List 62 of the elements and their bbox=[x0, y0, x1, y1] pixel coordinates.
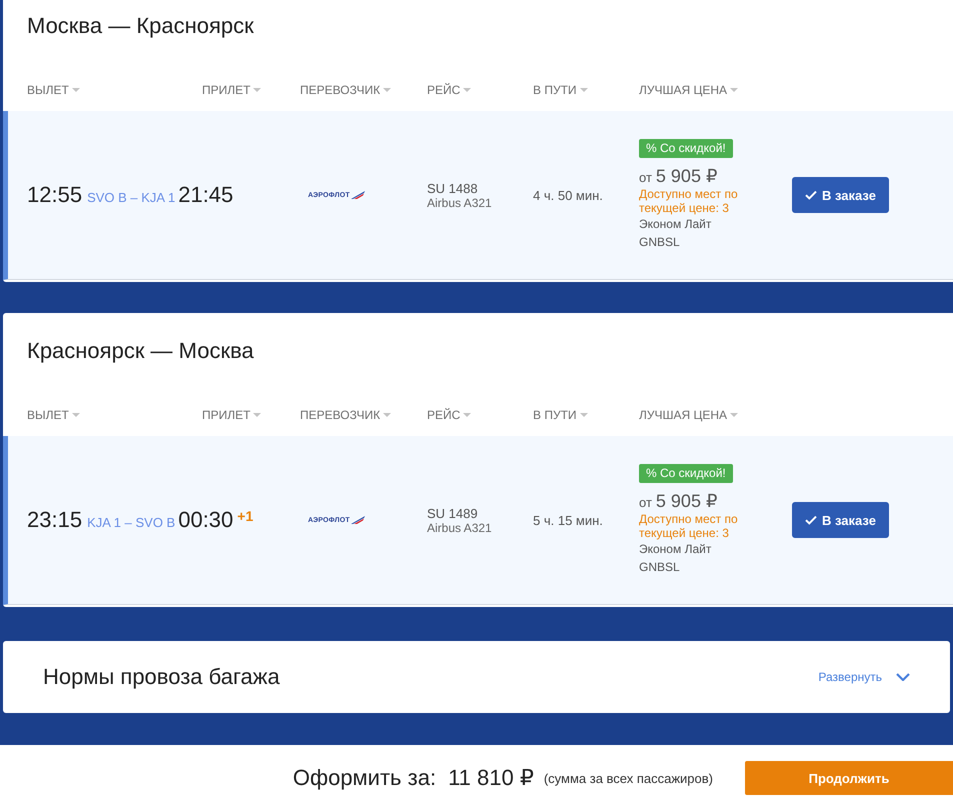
column-header[interactable]: ВЫЛЕТ bbox=[27, 408, 69, 422]
column-header[interactable]: РЕЙС bbox=[427, 83, 460, 97]
fare-class: Эконом Лайт bbox=[639, 216, 712, 233]
wing-stripes-icon bbox=[350, 191, 365, 199]
sort-caret-icon[interactable] bbox=[730, 88, 738, 92]
airport-route: SVO B – KJA 1 bbox=[87, 190, 176, 205]
price-prefix: от bbox=[639, 170, 652, 185]
route-title: Москва — Красноярск bbox=[26, 12, 255, 40]
sort-caret-icon[interactable] bbox=[580, 413, 588, 417]
in-order-button[interactable]: В заказе bbox=[792, 502, 889, 538]
arrival-time: 00:30 bbox=[178, 507, 234, 533]
day-offset: +1 bbox=[237, 508, 254, 524]
price: 5 905 ₽ bbox=[656, 166, 718, 187]
column-header[interactable]: ЛУЧШАЯ ЦЕНА bbox=[639, 408, 728, 422]
expand-link[interactable]: Развернуть bbox=[818, 670, 882, 684]
price-prefix: от bbox=[639, 495, 652, 510]
sort-caret-icon[interactable] bbox=[463, 88, 472, 92]
continue-button[interactable]: Продолжить bbox=[745, 761, 953, 795]
chevron-down-icon[interactable] bbox=[896, 673, 910, 681]
discount-badge: % Со скидкой! bbox=[639, 139, 733, 158]
total-note: (сумма за всех пассажиров) bbox=[544, 770, 713, 786]
price: 5 905 ₽ bbox=[656, 491, 718, 512]
column-header[interactable]: ПРИЛЕТ bbox=[202, 83, 250, 97]
wing-stripes-icon bbox=[350, 516, 365, 524]
discount-badge: % Со скидкой! bbox=[639, 464, 733, 483]
sort-caret-icon[interactable] bbox=[383, 413, 392, 417]
column-header[interactable]: В ПУТИ bbox=[533, 408, 577, 422]
departure-time: 12:55 bbox=[27, 182, 82, 208]
fare-code: GNBSL bbox=[639, 234, 680, 251]
column-header[interactable]: ВЫЛЕТ bbox=[27, 83, 69, 97]
route-title: Красноярск — Москва bbox=[26, 337, 255, 365]
flight-duration: 5 ч. 15 мин. bbox=[533, 512, 604, 528]
flight-number: SU 1489 bbox=[427, 506, 479, 520]
seats-available-note: Доступно мест по текущей цене: 3 bbox=[639, 187, 739, 215]
sort-caret-icon[interactable] bbox=[72, 413, 80, 417]
sort-caret-icon[interactable] bbox=[730, 413, 738, 417]
sort-caret-icon[interactable] bbox=[72, 88, 80, 92]
flight-number: SU 1488 bbox=[427, 180, 479, 196]
column-header[interactable]: ЛУЧШАЯ ЦЕНА bbox=[639, 83, 728, 97]
sort-caret-icon[interactable] bbox=[463, 413, 472, 417]
column-header[interactable]: ПРИЛЕТ bbox=[202, 408, 250, 422]
column-header[interactable]: В ПУТИ bbox=[533, 83, 577, 97]
seats-available-note: Доступно мест по текущей цене: 3 bbox=[639, 512, 739, 540]
sort-caret-icon[interactable] bbox=[253, 88, 262, 92]
column-header[interactable]: ПЕРЕВОЗЧИК bbox=[300, 83, 380, 97]
column-header[interactable]: РЕЙС bbox=[427, 408, 460, 422]
flight-duration: 4 ч. 50 мин. bbox=[533, 188, 604, 202]
fare-code: GNBSL bbox=[639, 559, 680, 576]
sort-caret-icon[interactable] bbox=[253, 413, 262, 417]
fare-class: Эконом Лайт bbox=[639, 541, 712, 558]
column-header[interactable]: ПЕРЕВОЗЧИК bbox=[300, 408, 380, 422]
aircraft-type: Airbus A321 bbox=[427, 196, 493, 210]
departure-time: 23:15 bbox=[27, 507, 82, 533]
aircraft-type: Airbus A321 bbox=[427, 520, 493, 534]
in-order-button[interactable]: В заказе bbox=[792, 177, 889, 213]
sort-caret-icon[interactable] bbox=[580, 88, 588, 92]
baggage-title: Нормы провоза багажа bbox=[43, 664, 280, 690]
checkout-label: Оформить за: bbox=[292, 765, 436, 791]
total-price: 11 810 ₽ bbox=[448, 765, 534, 791]
airport-route: KJA 1 – SVO B bbox=[87, 515, 176, 530]
sort-caret-icon[interactable] bbox=[383, 88, 392, 92]
arrival-time: 21:45 bbox=[178, 182, 234, 208]
